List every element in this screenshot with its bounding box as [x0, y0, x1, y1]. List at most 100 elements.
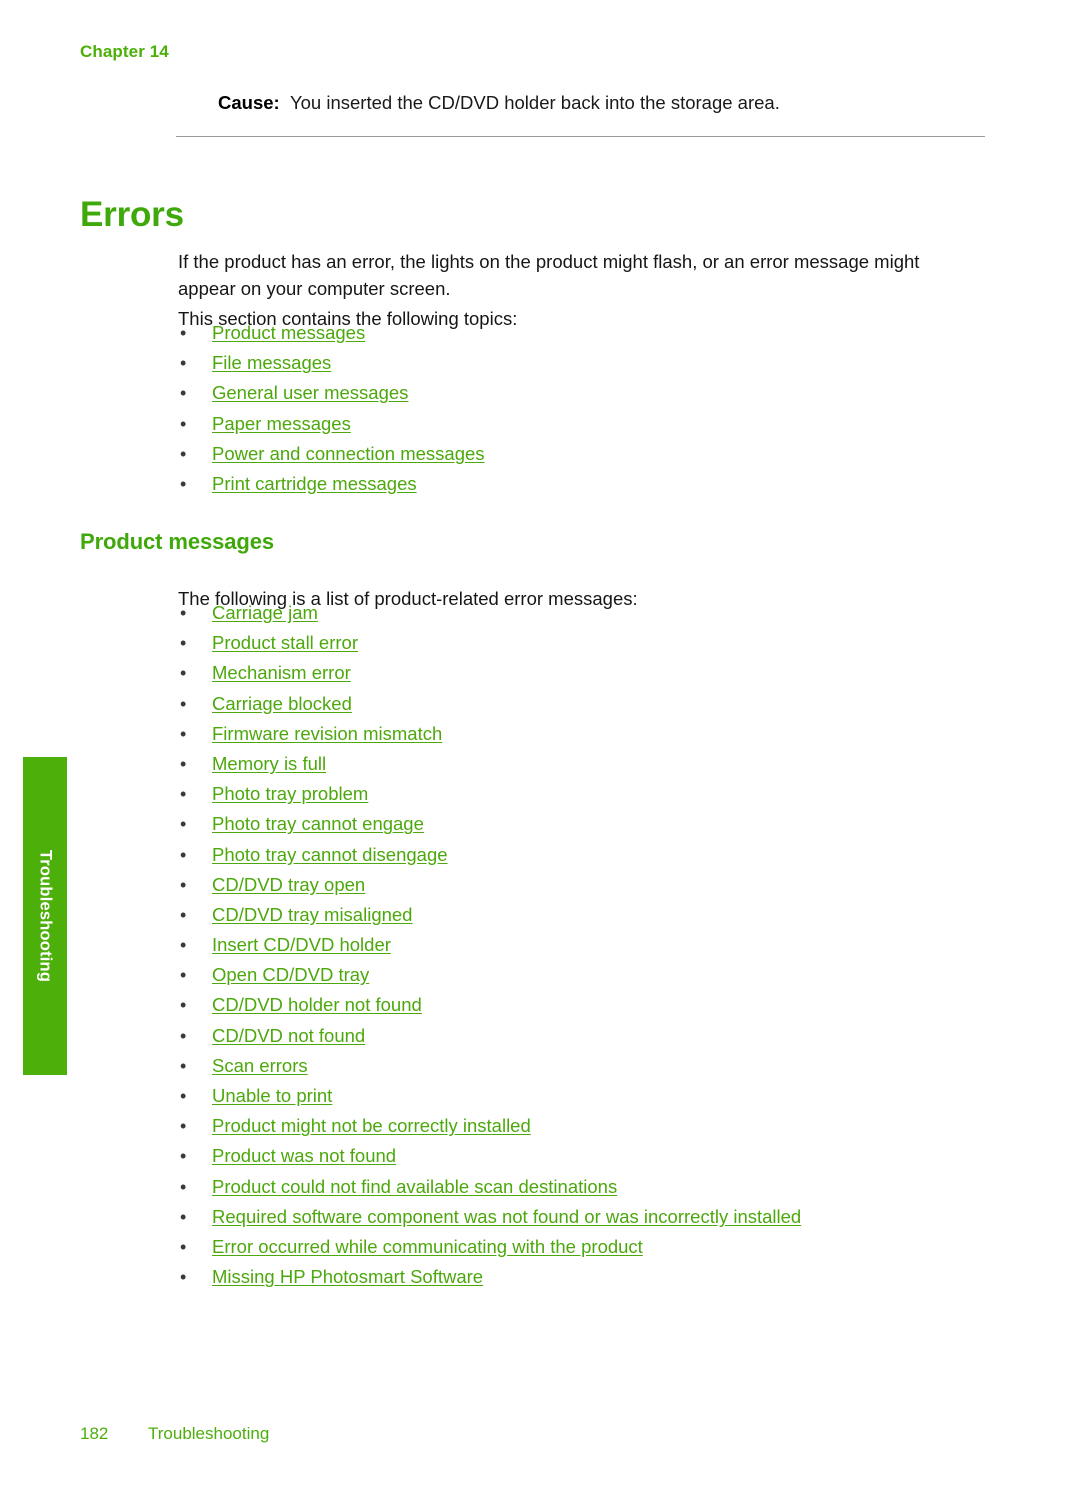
topic-link[interactable]: Print cartridge messages: [212, 473, 417, 494]
list-item[interactable]: • Photo tray cannot disengage: [178, 843, 988, 873]
bullet-icon: •: [180, 935, 187, 956]
error-link[interactable]: Photo tray problem: [212, 783, 368, 804]
cause-block: Cause: You inserted the CD/DVD holder bac…: [218, 90, 988, 116]
error-link[interactable]: Photo tray cannot disengage: [212, 844, 448, 865]
section-divider: [176, 136, 985, 137]
error-link[interactable]: Mechanism error: [212, 662, 351, 683]
side-tab-label: Troubleshooting: [36, 849, 55, 983]
error-link[interactable]: Product might not be correctly installed: [212, 1115, 531, 1136]
error-link[interactable]: Product was not found: [212, 1145, 396, 1166]
list-item[interactable]: • Firmware revision mismatch: [178, 722, 988, 752]
bullet-icon: •: [180, 784, 187, 805]
error-link[interactable]: Firmware revision mismatch: [212, 723, 442, 744]
list-item[interactable]: • CD/DVD not found: [178, 1024, 988, 1054]
bullet-icon: •: [180, 1236, 187, 1257]
list-item[interactable]: • Required software component was not fo…: [178, 1205, 988, 1235]
error-link[interactable]: Missing HP Photosmart Software: [212, 1266, 483, 1287]
error-link[interactable]: Photo tray cannot engage: [212, 813, 424, 834]
bullet-icon: •: [180, 965, 187, 986]
topics-link-list: • Product messages • File messages • Gen…: [178, 321, 988, 502]
list-item[interactable]: • Unable to print: [178, 1084, 988, 1114]
bullet-icon: •: [180, 443, 187, 464]
intro-paragraph: If the product has an error, the lights …: [178, 250, 920, 299]
error-link[interactable]: CD/DVD tray misaligned: [212, 904, 412, 925]
list-item[interactable]: • Product might not be correctly install…: [178, 1114, 988, 1144]
bullet-icon: •: [180, 753, 187, 774]
product-messages-link-list: • Carriage jam • Product stall error • M…: [178, 601, 988, 1295]
bullet-icon: •: [180, 663, 187, 684]
list-item[interactable]: • Error occurred while communicating wit…: [178, 1235, 988, 1265]
list-item[interactable]: • CD/DVD holder not found: [178, 993, 988, 1023]
list-item[interactable]: • Print cartridge messages: [178, 472, 988, 502]
footer-section-label: Troubleshooting: [148, 1424, 270, 1443]
topic-link[interactable]: Product messages: [212, 322, 365, 343]
error-link[interactable]: Memory is full: [212, 753, 326, 774]
subsection-title: Product messages: [80, 529, 275, 554]
list-item[interactable]: • Photo tray problem: [178, 782, 988, 812]
error-link[interactable]: CD/DVD tray open: [212, 874, 365, 895]
bullet-icon: •: [180, 995, 187, 1016]
error-link[interactable]: Carriage blocked: [212, 693, 352, 714]
error-link[interactable]: Product stall error: [212, 632, 358, 653]
topic-link[interactable]: Paper messages: [212, 413, 351, 434]
page-number: 182: [80, 1424, 109, 1443]
cause-label: Cause:: [218, 92, 280, 113]
topic-link[interactable]: File messages: [212, 352, 331, 373]
bullet-icon: •: [180, 383, 187, 404]
list-item[interactable]: • Carriage blocked: [178, 692, 988, 722]
bullet-icon: •: [180, 1116, 187, 1137]
bullet-icon: •: [180, 723, 187, 744]
list-item[interactable]: • File messages: [178, 351, 988, 381]
list-item[interactable]: • Open CD/DVD tray: [178, 963, 988, 993]
list-item[interactable]: • Product was not found: [178, 1144, 988, 1174]
bullet-icon: •: [180, 633, 187, 654]
bullet-icon: •: [180, 1055, 187, 1076]
bullet-icon: •: [180, 874, 187, 895]
list-item[interactable]: • Carriage jam: [178, 601, 988, 631]
error-link[interactable]: Unable to print: [212, 1085, 332, 1106]
error-link[interactable]: CD/DVD holder not found: [212, 994, 422, 1015]
chapter-header: Chapter 14: [80, 42, 169, 61]
bullet-icon: •: [180, 413, 187, 434]
list-item[interactable]: • Scan errors: [178, 1054, 988, 1084]
error-link[interactable]: Error occurred while communicating with …: [212, 1236, 643, 1257]
error-link[interactable]: Required software component was not foun…: [212, 1206, 801, 1227]
list-item[interactable]: • Insert CD/DVD holder: [178, 933, 988, 963]
bullet-icon: •: [180, 323, 187, 343]
topic-link[interactable]: Power and connection messages: [212, 443, 485, 464]
bullet-icon: •: [180, 353, 187, 374]
error-link[interactable]: Open CD/DVD tray: [212, 964, 369, 985]
bullet-icon: •: [180, 814, 187, 835]
bullet-icon: •: [180, 473, 187, 494]
list-item[interactable]: • CD/DVD tray misaligned: [178, 903, 988, 933]
bullet-icon: •: [180, 904, 187, 925]
list-item[interactable]: • Photo tray cannot engage: [178, 812, 988, 842]
bullet-icon: •: [180, 693, 187, 714]
list-item[interactable]: • Power and connection messages: [178, 442, 988, 472]
list-item[interactable]: • Product could not find available scan …: [178, 1175, 988, 1205]
list-item[interactable]: • Mechanism error: [178, 661, 988, 691]
bullet-icon: •: [180, 1086, 187, 1106]
error-link[interactable]: Product could not find available scan de…: [212, 1176, 617, 1197]
list-item[interactable]: • General user messages: [178, 381, 988, 411]
error-link[interactable]: Carriage jam: [212, 602, 318, 623]
error-link[interactable]: Scan errors: [212, 1055, 308, 1076]
list-item[interactable]: • Missing HP Photosmart Software: [178, 1265, 988, 1295]
bullet-icon: •: [180, 1025, 187, 1046]
cause-text: You inserted the CD/DVD holder back into…: [290, 92, 780, 113]
list-item[interactable]: • CD/DVD tray open: [178, 873, 988, 903]
list-item[interactable]: • Product stall error: [178, 631, 988, 661]
list-item[interactable]: • Product messages: [178, 321, 988, 351]
list-item[interactable]: • Paper messages: [178, 412, 988, 442]
error-link[interactable]: Insert CD/DVD holder: [212, 934, 391, 955]
bullet-icon: •: [180, 1206, 187, 1227]
side-thumb-tab: Troubleshooting: [23, 757, 67, 1075]
bullet-icon: •: [180, 1267, 187, 1288]
bullet-icon: •: [180, 603, 187, 623]
list-item[interactable]: • Memory is full: [178, 752, 988, 782]
page-footer: 182 Troubleshooting: [80, 1424, 269, 1444]
error-link[interactable]: CD/DVD not found: [212, 1025, 365, 1046]
topic-link[interactable]: General user messages: [212, 382, 408, 403]
document-page: Chapter 14 Cause: You inserted the CD/DVD…: [0, 0, 1080, 1495]
bullet-icon: •: [180, 844, 187, 865]
